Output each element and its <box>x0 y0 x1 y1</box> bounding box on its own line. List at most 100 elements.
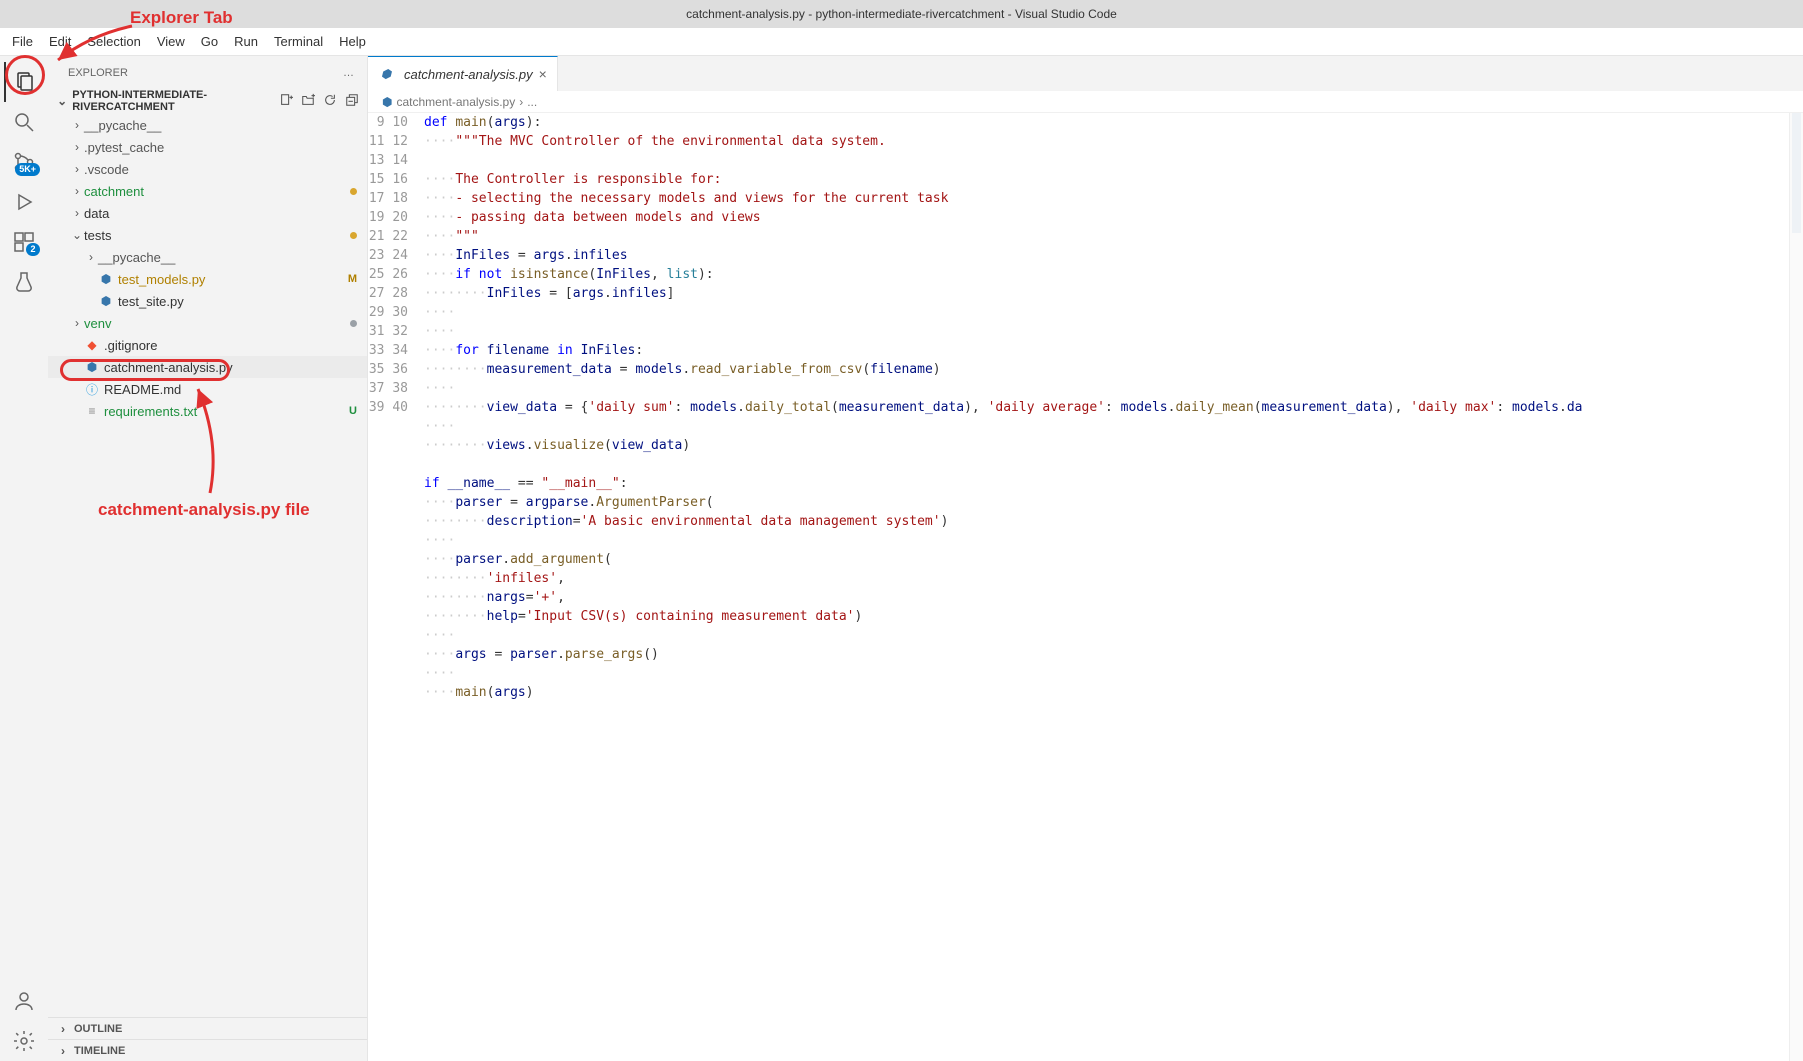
badge: 2 <box>26 243 40 256</box>
sidebar: EXPLORER … ⌄ PYTHON-INTERMEDIATE-RIVERCA… <box>48 56 368 1061</box>
git-dot <box>350 188 357 195</box>
tree-item[interactable]: ›catchment <box>48 180 367 202</box>
menu-terminal[interactable]: Terminal <box>266 30 331 53</box>
line-gutter: 9 10 11 12 13 14 15 16 17 18 19 20 21 22… <box>368 113 424 1061</box>
tree-item-label: catchment <box>84 184 144 199</box>
settings-gear-icon[interactable] <box>4 1021 44 1061</box>
sidebar-title: EXPLORER <box>68 67 128 79</box>
info-file-icon: ⓘ <box>84 381 100 397</box>
tree-item[interactable]: ⌄tests <box>48 224 367 246</box>
minimap[interactable] <box>1789 113 1803 1061</box>
git-dot <box>350 232 357 239</box>
chevron-icon: › <box>84 250 98 264</box>
tree-item[interactable]: ›data <box>48 202 367 224</box>
txt-file-icon: ≡ <box>84 403 100 419</box>
git-dot <box>350 320 357 327</box>
git-file-icon: ◆ <box>84 337 100 353</box>
explorer-icon[interactable] <box>4 62 44 102</box>
run-debug-icon[interactable] <box>4 182 44 222</box>
badge: 5K+ <box>15 163 40 176</box>
tree-item-label: .vscode <box>84 162 129 177</box>
menu-go[interactable]: Go <box>193 30 226 53</box>
tree-item[interactable]: ›__pycache__ <box>48 246 367 268</box>
panel-label: OUTLINE <box>74 1023 122 1035</box>
tree-item-label: catchment-analysis.py <box>104 360 233 375</box>
chevron-right-icon: › <box>56 1022 70 1036</box>
tree-item[interactable]: ›.pytest_cache <box>48 136 367 158</box>
tree-item[interactable]: ⓘ README.md <box>48 378 367 400</box>
collapse-all-icon[interactable] <box>345 93 359 110</box>
extensions-icon[interactable]: 2 <box>4 222 44 262</box>
activity-bar: 5K+ 2 <box>0 56 48 1061</box>
tree-item[interactable]: ⬢ test_site.py <box>48 290 367 312</box>
menu-run[interactable]: Run <box>226 30 266 53</box>
editor-tab[interactable]: ⬢ catchment-analysis.py × <box>368 56 558 91</box>
testing-icon[interactable] <box>4 262 44 302</box>
editor-tabs: ⬢ catchment-analysis.py × <box>368 56 1803 91</box>
tree-item[interactable]: ›__pycache__ <box>48 114 367 136</box>
menu-selection[interactable]: Selection <box>79 30 148 53</box>
new-file-icon[interactable] <box>279 93 293 110</box>
tree-item-label: requirements.txt <box>104 404 197 419</box>
folder-name: PYTHON-INTERMEDIATE-RIVERCATCHMENT <box>72 89 279 113</box>
window-titlebar: catchment-analysis.py - python-intermedi… <box>0 0 1803 28</box>
breadcrumb-item[interactable]: ... <box>527 95 537 109</box>
chevron-icon: › <box>70 140 84 154</box>
chevron-icon: › <box>70 316 84 330</box>
close-icon[interactable]: × <box>539 66 547 82</box>
py-file-icon: ⬢ <box>84 359 100 375</box>
chevron-icon: › <box>70 162 84 176</box>
folder-header[interactable]: ⌄ PYTHON-INTERMEDIATE-RIVERCATCHMENT <box>48 90 367 112</box>
tree-item[interactable]: ›.vscode <box>48 158 367 180</box>
chevron-icon: › <box>70 118 84 132</box>
tab-label: catchment-analysis.py <box>404 67 533 82</box>
menu-bar: FileEditSelectionViewGoRunTerminalHelp <box>0 28 1803 56</box>
search-icon[interactable] <box>4 102 44 142</box>
tree-item[interactable]: ›venv <box>48 312 367 334</box>
tree-item-label: test_models.py <box>118 272 205 287</box>
menu-view[interactable]: View <box>149 30 193 53</box>
py-file-icon: ⬢ <box>98 271 114 287</box>
git-status: M <box>348 273 357 285</box>
breadcrumb[interactable]: ⬢ catchment-analysis.py›... <box>368 91 1803 113</box>
editor: ⬢ catchment-analysis.py × ⬢ catchment-an… <box>368 56 1803 1061</box>
tree-item-label: __pycache__ <box>98 250 175 265</box>
tree-item-label: data <box>84 206 109 221</box>
window-title: catchment-analysis.py - python-intermedi… <box>686 7 1117 21</box>
tree-item-label: .gitignore <box>104 338 157 353</box>
accounts-icon[interactable] <box>4 981 44 1021</box>
chevron-icon: › <box>70 206 84 220</box>
python-file-icon: ⬢ <box>378 66 394 82</box>
breadcrumb-item[interactable]: ⬢ catchment-analysis.py <box>382 95 515 109</box>
panel-timeline[interactable]: › TIMELINE <box>48 1039 367 1061</box>
tree-item[interactable]: ⬢ catchment-analysis.py <box>48 356 367 378</box>
new-folder-icon[interactable] <box>301 93 315 110</box>
chevron-right-icon: › <box>56 1044 70 1058</box>
code-content[interactable]: def main(args): ····"""The MVC Controlle… <box>424 113 1803 1061</box>
tree-item-label: .pytest_cache <box>84 140 164 155</box>
menu-file[interactable]: File <box>4 30 41 53</box>
chevron-icon: ⌄ <box>70 228 84 242</box>
code-editor[interactable]: 9 10 11 12 13 14 15 16 17 18 19 20 21 22… <box>368 113 1803 1061</box>
panel-outline[interactable]: › OUTLINE <box>48 1017 367 1039</box>
tree-item-label: README.md <box>104 382 181 397</box>
menu-edit[interactable]: Edit <box>41 30 79 53</box>
tree-item-label: venv <box>84 316 111 331</box>
panel-label: TIMELINE <box>74 1045 125 1057</box>
sidebar-header: EXPLORER … <box>48 56 367 90</box>
source-control-icon[interactable]: 5K+ <box>4 142 44 182</box>
tree-item[interactable]: ⬢ test_models.py M <box>48 268 367 290</box>
menu-help[interactable]: Help <box>331 30 374 53</box>
py-file-icon: ⬢ <box>98 293 114 309</box>
chevron-down-icon: ⌄ <box>56 94 68 108</box>
chevron-icon: › <box>70 184 84 198</box>
tree-item-label: tests <box>84 228 111 243</box>
tree-item[interactable]: ◆ .gitignore <box>48 334 367 356</box>
tree-item[interactable]: ≡ requirements.txt U <box>48 400 367 422</box>
refresh-icon[interactable] <box>323 93 337 110</box>
tree-item-label: test_site.py <box>118 294 184 309</box>
git-status: U <box>349 405 357 417</box>
file-tree: ›__pycache__›.pytest_cache›.vscode›catch… <box>48 112 367 1017</box>
tree-item-label: __pycache__ <box>84 118 161 133</box>
sidebar-more-button[interactable]: … <box>343 67 355 79</box>
